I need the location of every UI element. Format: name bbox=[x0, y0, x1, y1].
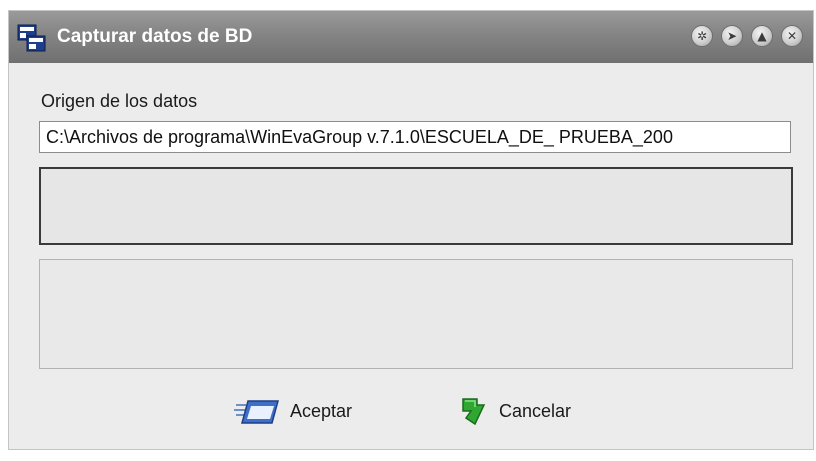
window-accept-icon bbox=[234, 400, 279, 424]
source-path-input[interactable] bbox=[39, 121, 791, 153]
green-arrow-back-icon bbox=[462, 398, 486, 426]
maximize-icon[interactable]: ▲ bbox=[751, 25, 773, 47]
status-panel bbox=[39, 167, 793, 245]
pin-icon[interactable]: ➤ bbox=[721, 25, 743, 47]
details-panel bbox=[39, 259, 793, 369]
title-bar[interactable]: Capturar datos de BD ✲ ➤ ▲ ✕ bbox=[9, 11, 813, 63]
wand-icon[interactable]: ✲ bbox=[691, 25, 713, 47]
cancel-button[interactable]: Cancelar bbox=[459, 391, 571, 431]
database-capture-icon bbox=[17, 24, 46, 52]
close-icon[interactable]: ✕ bbox=[781, 25, 803, 47]
source-label: Origen de los datos bbox=[41, 91, 198, 111]
accept-button-label: Aceptar bbox=[290, 400, 353, 421]
dialog-window: Capturar datos de BD ✲ ➤ ▲ ✕ Origen de l… bbox=[8, 10, 814, 450]
cancel-button-label: Cancelar bbox=[499, 400, 572, 421]
accept-button[interactable]: Aceptar bbox=[234, 391, 352, 431]
window-title: Capturar datos de BD bbox=[57, 26, 253, 47]
